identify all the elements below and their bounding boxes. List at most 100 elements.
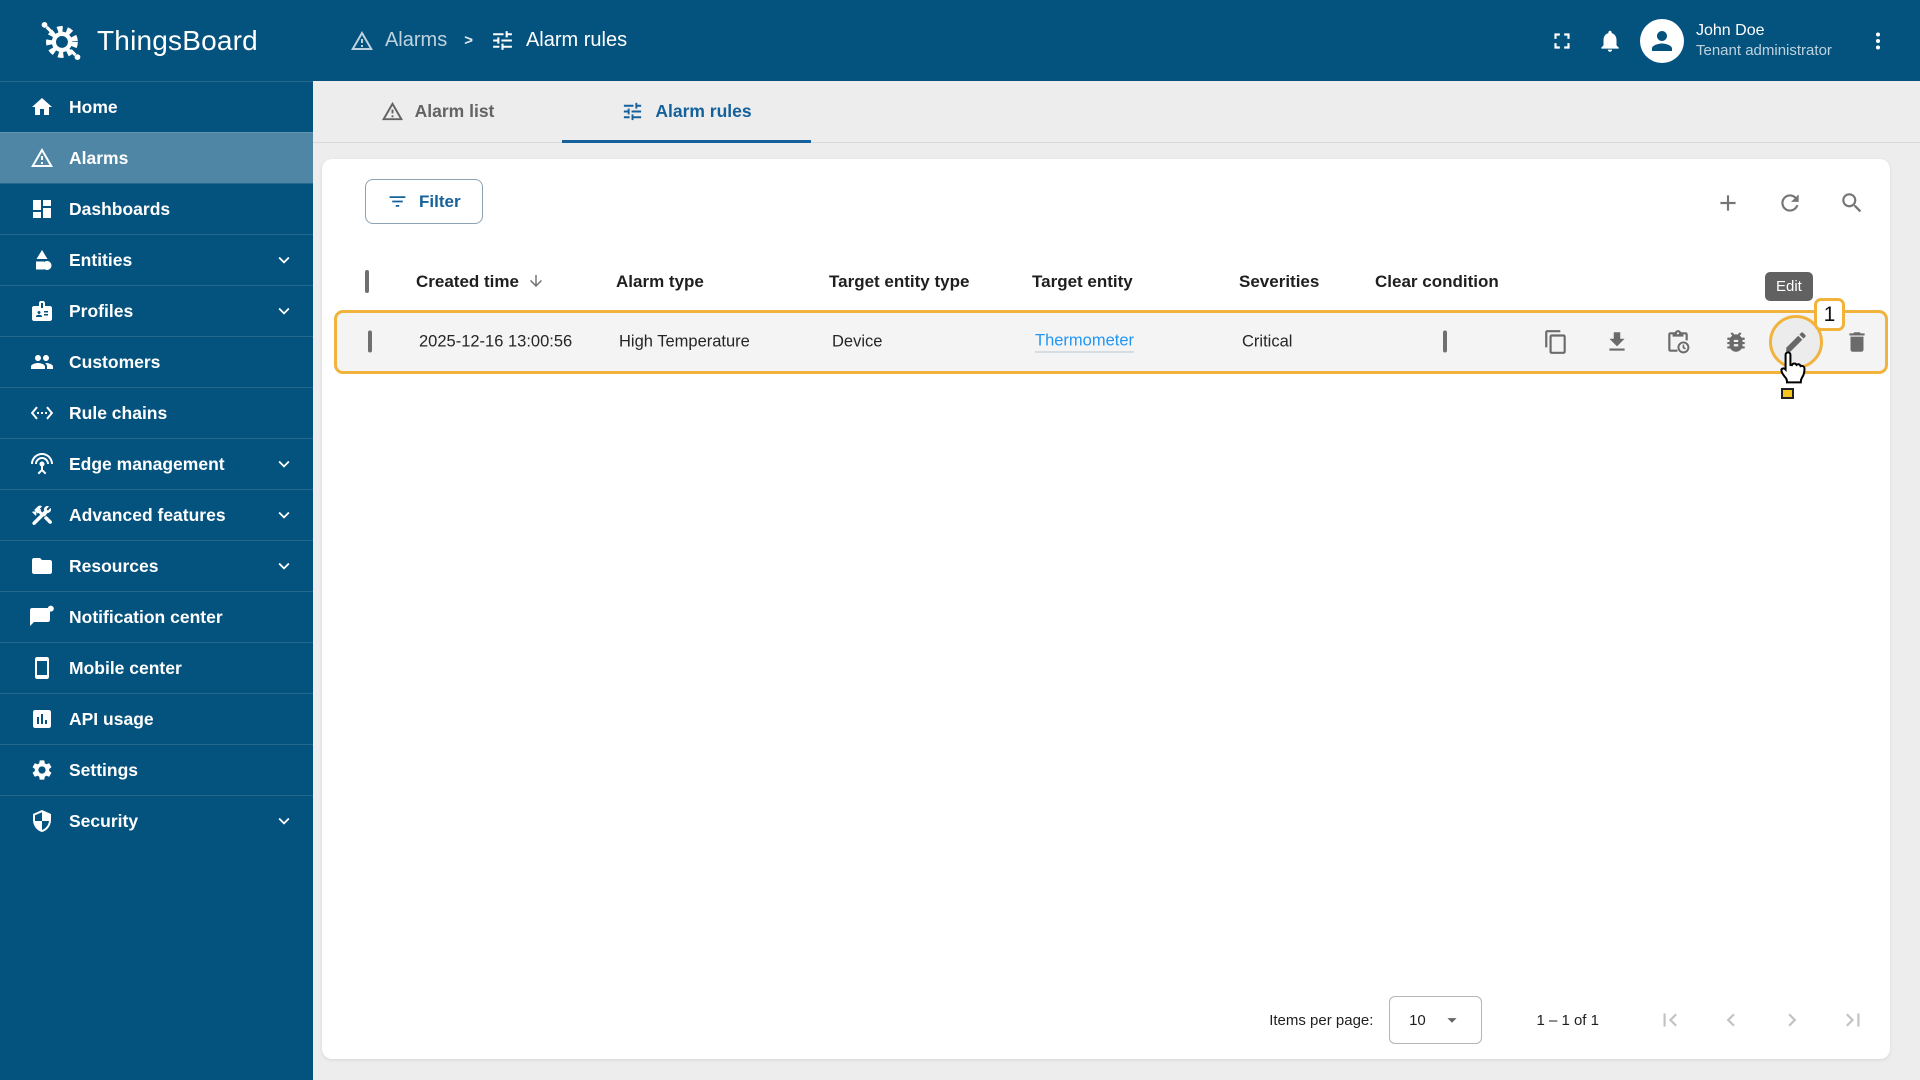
fullscreen-icon[interactable]: [1538, 17, 1586, 65]
app-header: ThingsBoard Alarms > Alarm rules John Do…: [0, 0, 1920, 81]
table-toolbar: [1715, 190, 1865, 216]
notifications-bell-icon[interactable]: [1586, 17, 1634, 65]
warning-icon: [350, 29, 374, 53]
chevron-down-icon: [273, 300, 295, 322]
cursor-hand-icon: [1771, 348, 1811, 388]
page-range-label: 1 – 1 of 1: [1536, 1011, 1599, 1029]
refresh-icon[interactable]: [1777, 190, 1803, 216]
sort-descending-icon: [527, 272, 545, 290]
api-usage-chart-icon: [30, 707, 54, 731]
tune-icon: [490, 28, 515, 53]
filter-button[interactable]: Filter: [365, 179, 483, 224]
click-marker: [1781, 388, 1794, 399]
cell-target-entity-link[interactable]: Thermometer: [1035, 332, 1135, 353]
next-page-icon[interactable]: [1779, 1007, 1805, 1033]
tab-bar: Alarm list Alarm rules: [313, 81, 1920, 143]
security-shield-icon: [30, 809, 54, 833]
tab-alarm-list[interactable]: Alarm list: [313, 81, 562, 142]
mobile-icon: [30, 656, 54, 680]
breadcrumb-separator: >: [464, 32, 473, 49]
resources-folder-icon: [30, 554, 54, 578]
column-target-entity-type: Target entity type: [829, 272, 970, 291]
cell-severities: Critical: [1242, 332, 1293, 351]
column-clear-condition: Clear condition: [1375, 272, 1499, 291]
sidebar-item-settings[interactable]: Settings: [0, 744, 313, 795]
advanced-features-icon: [30, 503, 54, 527]
sidebar-item-rule-chains[interactable]: Rule chains: [0, 387, 313, 438]
sidebar-item-api-usage[interactable]: API usage: [0, 693, 313, 744]
table-header: Created time Alarm type Target entity ty…: [322, 257, 1890, 307]
user-name: John Doe: [1696, 22, 1765, 40]
filter-icon: [387, 191, 408, 212]
row-checkbox[interactable]: [368, 330, 372, 353]
caret-down-icon: [1441, 1009, 1463, 1031]
header-actions: John Doe Tenant administrator: [1538, 17, 1920, 65]
app-title: ThingsBoard: [97, 24, 258, 56]
warning-icon: [30, 146, 54, 170]
select-all-checkbox[interactable]: [365, 270, 369, 293]
sidebar-item-profiles[interactable]: Profiles: [0, 285, 313, 336]
user-role: Tenant administrator: [1696, 42, 1832, 60]
tab-alarm-rules[interactable]: Alarm rules: [562, 81, 811, 143]
app-logo[interactable]: ThingsBoard: [0, 18, 258, 64]
cell-alarm-type: High Temperature: [619, 332, 750, 351]
chevron-down-icon: [273, 249, 295, 271]
sidebar-item-mobile-center[interactable]: Mobile center: [0, 642, 313, 693]
dashboards-icon: [30, 197, 54, 221]
column-target-entity: Target entity: [1032, 272, 1133, 291]
alarm-rules-card: Filter Created time Alarm type Target en…: [322, 159, 1890, 1059]
download-icon[interactable]: [1604, 329, 1630, 355]
table-row[interactable]: 2025-12-16 13:00:56 High Temperature Dev…: [334, 310, 1888, 374]
previous-page-icon[interactable]: [1718, 1007, 1744, 1033]
last-page-icon[interactable]: [1840, 1007, 1866, 1033]
warning-icon: [381, 100, 404, 123]
chevron-down-icon: [273, 810, 295, 832]
breadcrumb: Alarms > Alarm rules: [350, 28, 627, 53]
cell-target-entity-type: Device: [832, 332, 883, 351]
paginator: Items per page: 10 1 – 1 of 1: [1269, 995, 1866, 1045]
gear-icon: [30, 758, 54, 782]
tune-icon: [621, 100, 644, 123]
sidebar-item-security[interactable]: Security: [0, 795, 313, 846]
kebab-menu-icon[interactable]: [1858, 17, 1898, 65]
sidebar: Home Alarms Dashboards Entities Profiles…: [0, 81, 313, 1080]
edit-tooltip: Edit: [1765, 272, 1813, 301]
entities-icon: [30, 248, 54, 272]
chevron-down-icon: [273, 453, 295, 475]
edge-antenna-icon: [30, 452, 54, 476]
customers-icon: [30, 350, 54, 374]
first-page-icon[interactable]: [1657, 1007, 1683, 1033]
add-icon[interactable]: [1715, 190, 1741, 216]
column-created-time[interactable]: Created time: [416, 272, 545, 292]
chevron-down-icon: [273, 555, 295, 577]
sidebar-item-customers[interactable]: Customers: [0, 336, 313, 387]
sidebar-item-notification-center[interactable]: Notification center: [0, 591, 313, 642]
notification-icon: [30, 605, 54, 629]
clear-condition-checkbox[interactable]: [1443, 330, 1447, 353]
cell-created-time: 2025-12-16 13:00:56: [419, 332, 573, 351]
rule-chains-icon: [30, 401, 54, 425]
step-badge: 1: [1814, 298, 1845, 331]
sidebar-item-alarms[interactable]: Alarms: [0, 132, 313, 183]
sidebar-item-home[interactable]: Home: [0, 81, 313, 132]
sidebar-item-advanced-features[interactable]: Advanced features: [0, 489, 313, 540]
sidebar-item-dashboards[interactable]: Dashboards: [0, 183, 313, 234]
copy-icon[interactable]: [1543, 329, 1569, 355]
delete-trash-icon[interactable]: [1844, 329, 1870, 355]
page-size-select[interactable]: 10: [1389, 996, 1483, 1044]
user-info[interactable]: John Doe Tenant administrator: [1696, 20, 1844, 61]
user-avatar[interactable]: [1640, 18, 1684, 63]
main-content: Alarm list Alarm rules Filter Created ti…: [313, 81, 1920, 1080]
sidebar-item-resources[interactable]: Resources: [0, 540, 313, 591]
breadcrumb-alarms[interactable]: Alarms: [350, 29, 447, 53]
breadcrumb-alarm-rules[interactable]: Alarm rules: [490, 28, 627, 53]
column-alarm-type: Alarm type: [616, 272, 704, 291]
sidebar-item-entities[interactable]: Entities: [0, 234, 313, 285]
schedule-clipboard-icon[interactable]: [1665, 329, 1691, 355]
sidebar-item-edge-management[interactable]: Edge management: [0, 438, 313, 489]
items-per-page-label: Items per page:: [1269, 1011, 1374, 1029]
thingsboard-gear-icon: [38, 18, 84, 64]
debug-bug-icon[interactable]: [1723, 329, 1749, 355]
home-icon: [30, 95, 54, 119]
search-icon[interactable]: [1839, 190, 1865, 216]
